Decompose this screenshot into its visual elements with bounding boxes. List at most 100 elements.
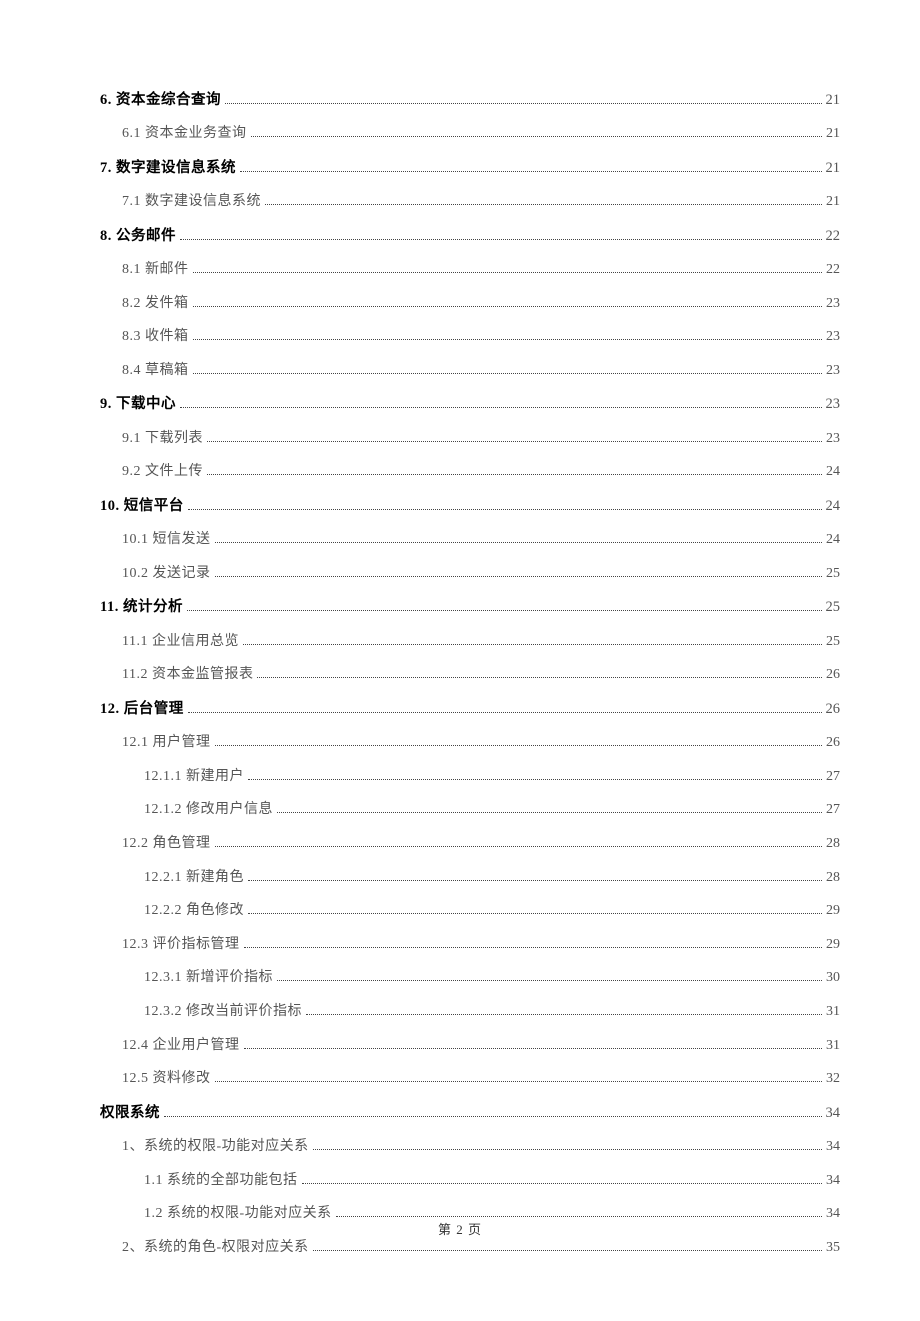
toc-dots — [193, 306, 823, 307]
toc-entry-page: 23 — [826, 394, 841, 414]
toc-entry[interactable]: 12.2.2 角色修改29 — [100, 901, 840, 921]
toc-entry[interactable]: 10.2 发送记录 25 — [100, 564, 840, 584]
toc-entry[interactable]: 12.1 用户管理26 — [100, 733, 840, 753]
toc-entry-label: 12.1.2 修改用户信息 — [144, 800, 273, 820]
toc-entry-page: 34 — [826, 1103, 841, 1123]
page-number: 第 2 页 — [438, 1222, 482, 1237]
toc-entry-page: 30 — [826, 968, 840, 988]
toc-entry-label: 12.4 企业用户管理 — [122, 1036, 240, 1056]
toc-entry-label: 2、系统的角色-权限对应关系 — [122, 1238, 309, 1258]
toc-entry[interactable]: 9. 下载中心23 — [100, 394, 840, 414]
toc-entry[interactable]: 12.5 资料修改32 — [100, 1069, 840, 1089]
toc-entry-page: 25 — [826, 564, 840, 584]
toc-entry-page: 31 — [826, 1002, 840, 1022]
toc-entry-label: 8.2 发件箱 — [122, 294, 189, 314]
toc-dots — [257, 677, 822, 678]
toc-dots — [193, 339, 823, 340]
toc-entry-page: 26 — [826, 665, 840, 685]
toc-entry-page: 27 — [826, 800, 840, 820]
toc-entry-label: 10. 短信平台 — [100, 496, 184, 516]
toc-entry[interactable]: 9.2 文件上传24 — [100, 462, 840, 482]
toc-dots — [207, 474, 822, 475]
toc-dots — [207, 441, 822, 442]
toc-entry-label: 12.3.1 新增评价指标 — [144, 968, 273, 988]
toc-entry[interactable]: 12.1.2 修改用户信息 27 — [100, 800, 840, 820]
toc-entry[interactable]: 8. 公务邮件22 — [100, 226, 840, 246]
toc-entry-label: 6.1 资本金业务查询 — [122, 124, 247, 144]
toc-dots — [215, 745, 823, 746]
toc-entry-page: 35 — [826, 1238, 840, 1258]
toc-dots — [244, 1048, 823, 1049]
toc-entry[interactable]: 1.1 系统的全部功能包括34 — [100, 1171, 840, 1191]
toc-entry[interactable]: 8.4 草稿箱23 — [100, 361, 840, 381]
toc-entry-page: 24 — [826, 462, 840, 482]
toc-entry[interactable]: 11.2 资本金监管报表 26 — [100, 665, 840, 685]
toc-entry[interactable]: 12.3.2 修改当前评价指标31 — [100, 1002, 840, 1022]
toc-dots — [187, 610, 822, 611]
page-content: 6. 资本金综合查询216.1 资本金业务查询217. 数字建设信息系统217.… — [0, 0, 920, 1321]
toc-dots — [225, 103, 822, 104]
toc-entry[interactable]: 10.1 短信发送24 — [100, 530, 840, 550]
toc-entry-label: 权限系统 — [100, 1103, 160, 1123]
toc-entry[interactable]: 12.3.1 新增评价指标 30 — [100, 968, 840, 988]
toc-entry-page: 26 — [826, 699, 841, 719]
toc-entry-label: 11.1 企业信用总览 — [122, 632, 239, 652]
toc-entry-label: 10.2 发送记录 — [122, 564, 211, 584]
toc-entry-page: 32 — [826, 1069, 840, 1089]
toc-entry-label: 11. 统计分析 — [100, 597, 183, 617]
toc-entry-label: 7.1 数字建设信息系统 — [122, 192, 261, 212]
table-of-contents: 6. 资本金综合查询216.1 资本金业务查询217. 数字建设信息系统217.… — [100, 90, 840, 1257]
toc-entry[interactable]: 8.3 收件箱23 — [100, 327, 840, 347]
toc-entry[interactable]: 2、系统的角色-权限对应关系 35 — [100, 1238, 840, 1258]
toc-entry-label: 1、系统的权限-功能对应关系 — [122, 1137, 309, 1157]
toc-dots — [180, 407, 822, 408]
toc-dots — [188, 712, 822, 713]
toc-dots — [244, 947, 823, 948]
toc-entry[interactable]: 12.2 角色管理28 — [100, 834, 840, 854]
toc-entry[interactable]: 8.2 发件箱 23 — [100, 294, 840, 314]
toc-entry-page: 21 — [826, 158, 841, 178]
toc-entry-page: 23 — [826, 327, 840, 347]
toc-entry-label: 8. 公务邮件 — [100, 226, 176, 246]
toc-dots — [251, 136, 823, 137]
toc-entry[interactable]: 6. 资本金综合查询21 — [100, 90, 840, 110]
toc-entry[interactable]: 12.1.1 新建用户27 — [100, 767, 840, 787]
toc-entry[interactable]: 12.2.1 新建角色28 — [100, 868, 840, 888]
toc-entry-page: 29 — [826, 935, 840, 955]
toc-entry-label: 12.3 评价指标管理 — [122, 935, 240, 955]
toc-entry-page: 28 — [826, 868, 840, 888]
page-footer: 第 2 页 — [0, 1219, 920, 1238]
toc-dots — [215, 576, 823, 577]
toc-entry[interactable]: 7.1 数字建设信息系统21 — [100, 192, 840, 212]
toc-dots — [180, 239, 822, 240]
toc-entry-page: 23 — [826, 294, 840, 314]
toc-dots — [193, 373, 823, 374]
toc-entry-page: 31 — [826, 1036, 840, 1056]
toc-dots — [188, 509, 822, 510]
toc-entry[interactable]: 12.3 评价指标管理 29 — [100, 935, 840, 955]
toc-entry[interactable]: 7. 数字建设信息系统21 — [100, 158, 840, 178]
toc-dots — [313, 1149, 822, 1150]
toc-entry-page: 25 — [826, 597, 841, 617]
toc-dots — [277, 980, 822, 981]
toc-entry[interactable]: 10. 短信平台24 — [100, 496, 840, 516]
toc-entry[interactable]: 权限系统 34 — [100, 1103, 840, 1123]
toc-entry-page: 23 — [826, 429, 840, 449]
toc-dots — [302, 1183, 823, 1184]
toc-entry[interactable]: 8.1 新邮件22 — [100, 260, 840, 280]
toc-entry-page: 29 — [826, 901, 840, 921]
toc-entry-label: 10.1 短信发送 — [122, 530, 211, 550]
toc-entry[interactable]: 9.1 下载列表23 — [100, 429, 840, 449]
toc-entry-label: 11.2 资本金监管报表 — [122, 665, 253, 685]
toc-entry[interactable]: 12. 后台管理26 — [100, 699, 840, 719]
toc-dots — [313, 1250, 822, 1251]
toc-entry-label: 8.4 草稿箱 — [122, 361, 189, 381]
toc-entry[interactable]: 1、系统的权限-功能对应关系34 — [100, 1137, 840, 1157]
toc-entry[interactable]: 11. 统计分析 25 — [100, 597, 840, 617]
toc-entry[interactable]: 6.1 资本金业务查询 21 — [100, 124, 840, 144]
toc-dots — [248, 880, 822, 881]
toc-entry-page: 21 — [826, 124, 840, 144]
toc-entry-label: 12.2 角色管理 — [122, 834, 211, 854]
toc-entry[interactable]: 11.1 企业信用总览25 — [100, 632, 840, 652]
toc-entry[interactable]: 12.4 企业用户管理 31 — [100, 1036, 840, 1056]
